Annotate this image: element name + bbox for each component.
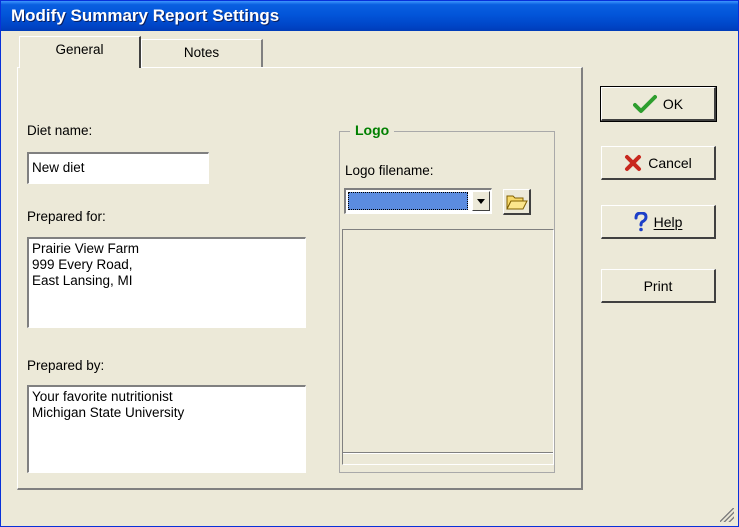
logo-group-label: Logo (350, 122, 395, 138)
logo-preview (342, 229, 554, 465)
title-bar[interactable]: Modify Summary Report Settings (1, 1, 738, 31)
tab-notes[interactable]: Notes (141, 39, 263, 67)
tab-notes-label: Notes (183, 45, 220, 60)
dropdown-button[interactable] (472, 191, 490, 211)
logo-filename-selection (348, 192, 468, 210)
logo-filename-label: Logo filename: (345, 163, 434, 178)
chevron-down-icon (477, 199, 485, 204)
check-icon (632, 94, 657, 113)
prepared-for-line: East Lansing, MI (32, 273, 133, 288)
print-button-label: Print (643, 277, 673, 294)
prepared-for-field[interactable]: Prairie View Farm 999 Every Road, East L… (27, 237, 306, 328)
prepared-by-field[interactable]: Your favorite nutritionist Michigan Stat… (27, 385, 306, 473)
tab-general-label: General (55, 42, 104, 57)
help-button[interactable]: Help (601, 205, 716, 239)
folder-open-icon (506, 195, 528, 210)
cancel-button-label: Cancel (648, 154, 692, 171)
cancel-button[interactable]: Cancel (601, 146, 716, 180)
diet-name-label: Diet name: (27, 123, 93, 138)
prepared-for-label: Prepared for: (27, 209, 106, 224)
prepared-for-line: Prairie View Farm (32, 241, 140, 256)
dialog-window: Modify Summary Report Settings General N… (0, 0, 739, 527)
help-button-label: Help (653, 213, 683, 230)
print-button[interactable]: Print (601, 269, 716, 303)
prepared-by-line: Your favorite nutritionist (32, 389, 173, 404)
question-icon (634, 211, 648, 231)
window-title: Modify Summary Report Settings (11, 6, 280, 25)
logo-filename-select[interactable] (344, 188, 492, 214)
ok-button[interactable]: OK (600, 86, 717, 122)
prepared-by-line: Michigan State University (32, 405, 185, 420)
browse-logo-button[interactable] (503, 189, 531, 215)
prepared-for-line: 999 Every Road, (32, 257, 133, 272)
preview-divider (343, 452, 553, 454)
tab-general[interactable]: General (19, 36, 141, 68)
ok-button-label: OK (662, 95, 684, 112)
x-icon (625, 154, 642, 171)
diet-name-value: New diet (32, 160, 85, 175)
diet-name-field[interactable]: New diet (27, 152, 209, 184)
prepared-by-label: Prepared by: (27, 358, 105, 373)
resize-grip[interactable] (720, 508, 734, 522)
